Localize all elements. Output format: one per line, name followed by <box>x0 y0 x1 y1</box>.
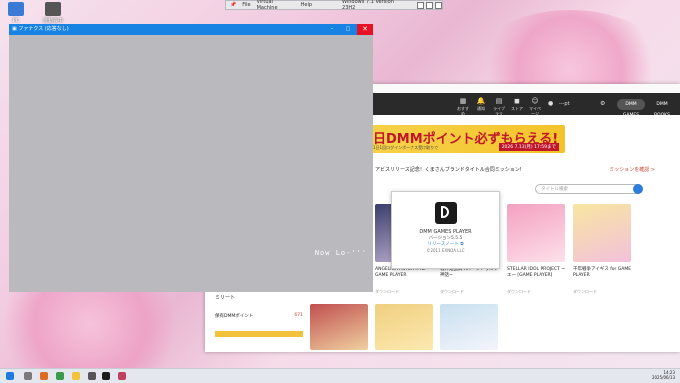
nav-notifications[interactable]: 🔔 通知 <box>475 97 487 111</box>
loading-window: ▣ ファナクス (応答なし) – □ ✕ Now Lo-''' <box>9 24 373 292</box>
nav-recommended[interactable]: ▦ おすすめ <box>457 97 469 116</box>
game-tile[interactable] <box>573 204 631 262</box>
vm-minimize-button[interactable] <box>417 1 425 9</box>
search-icon[interactable] <box>633 184 643 194</box>
game-status: ダウンロード <box>375 289 399 294</box>
vm-title: Windows 7.1 Version 23H2 <box>342 0 394 11</box>
game-taskbar-icon[interactable] <box>118 372 126 380</box>
game-status: ダウンロード <box>573 289 597 294</box>
settings-icon[interactable]: ⚙ <box>600 100 605 107</box>
game-tile[interactable] <box>310 304 368 350</box>
close-icon[interactable]: × <box>490 182 496 190</box>
game-tile[interactable] <box>507 204 565 262</box>
points-bar[interactable] <box>215 331 303 337</box>
vm-menu-file[interactable]: File <box>242 2 250 8</box>
start-icon[interactable] <box>6 372 14 380</box>
game-tile[interactable] <box>440 304 498 350</box>
vm-close-button[interactable] <box>435 1 442 9</box>
user-points: ---pt <box>559 101 570 107</box>
dmm-logo-icon <box>434 202 457 224</box>
window-title: ファナクス (応答なし) <box>18 26 69 32</box>
vm-menu-virtual-machine[interactable]: Virtual Machine <box>257 0 295 11</box>
member-label: ミリート <box>215 295 236 301</box>
points-value: 671 <box>294 313 303 318</box>
game-status: ダウンロード <box>440 289 464 294</box>
explorer-icon[interactable] <box>72 372 80 380</box>
mission-notice: アビスリリース記念！くまさんブランドタイトル合同ミッション! <box>375 167 522 173</box>
vm-menu-help[interactable]: Help <box>301 2 312 8</box>
banner-date: 2026 7.13(月) 17:59まで <box>498 143 559 151</box>
nav-store[interactable]: ◼ ストア <box>511 97 523 111</box>
mission-link[interactable]: ミッションを確認 > <box>609 166 655 173</box>
desktop-icon-app[interactable]: 運動会中 <box>40 2 66 24</box>
loading-titlebar[interactable]: ▣ ファナクス (応答なし) – □ ✕ <box>9 24 373 35</box>
vm-restore-button[interactable] <box>426 1 434 9</box>
game-title[interactable]: STELLAR IDOL PROJECT ~ エー [GAME PLAYER] <box>507 267 569 279</box>
task-view-icon[interactable] <box>24 372 32 380</box>
loading-text: Now Lo-''' <box>314 249 367 257</box>
game-tile[interactable] <box>375 304 433 350</box>
pin-icon[interactable]: 📌 <box>230 2 236 8</box>
app-name: DMM GAMES PLAYER <box>419 229 472 235</box>
maximize-button[interactable]: □ <box>341 24 355 35</box>
app-icon: ▣ <box>12 26 17 32</box>
campaign-banner[interactable]: 日DMMポイント必ずもらえる! 1日1回ログインボーナス受け取りで 2026 7… <box>365 125 565 153</box>
vm-toolbar: 📌 File Virtual Machine Help Windows 7.1 … <box>225 0 443 11</box>
user-avatar-icon[interactable]: ● <box>548 100 553 107</box>
copyright: ©2011 EXNOA LLC <box>426 248 465 253</box>
title-search-input[interactable]: タイトル検索 <box>535 184 643 194</box>
close-button[interactable]: ✕ <box>357 24 373 35</box>
computer-icon <box>8 2 24 16</box>
dmm-games-button[interactable]: DMM GAMES <box>617 99 645 118</box>
firefox-icon[interactable] <box>40 372 48 380</box>
dmm-player-taskbar-icon[interactable] <box>102 372 110 380</box>
nav-library[interactable]: ▤ ライブラリ <box>493 97 505 116</box>
sidebar-points: ミリート 保有DMMポイント 671 <box>215 294 303 337</box>
clock[interactable]: 14:23 2025/06/13 <box>652 370 675 380</box>
game-status: ダウンロード <box>507 289 531 294</box>
minimize-button[interactable]: – <box>325 24 339 35</box>
dmm-books-button[interactable]: DMM BOOKS <box>648 99 676 118</box>
clock-date: 2025/06/13 <box>651 375 675 380</box>
chrome-icon[interactable] <box>56 372 64 380</box>
banner-subtitle: 1日1回ログインボーナス受け取りで <box>373 145 439 150</box>
app-icon[interactable] <box>88 372 96 380</box>
about-dialog: × DMM GAMES PLAYER バージョン5.5.5 リリースノート ⧉ … <box>391 182 500 269</box>
points-label: 保有DMMポイント <box>215 314 254 319</box>
game-title[interactable]: 千年戦争アイギス for GAME PLAYER <box>573 267 635 279</box>
desktop-icon-pc[interactable]: PC <box>3 2 29 24</box>
nav-mypage[interactable]: ☺ マイページ <box>529 97 541 116</box>
taskbar: 14:23 2025/06/13 <box>0 368 680 383</box>
app-icon <box>45 2 61 16</box>
